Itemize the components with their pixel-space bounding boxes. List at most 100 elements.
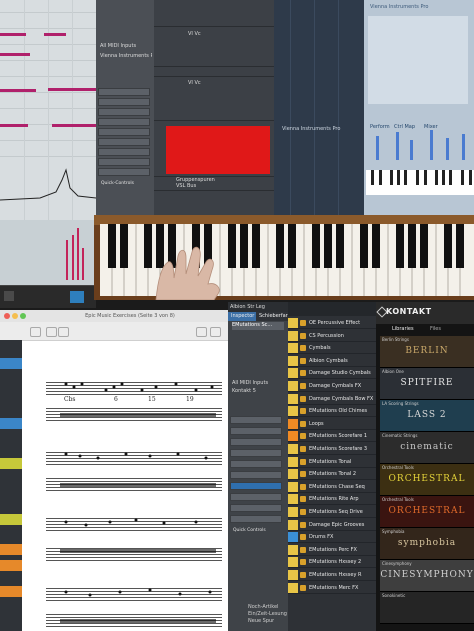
inspector-item[interactable]: MIDI-Insert-Effekte (98, 138, 150, 156)
track-row[interactable]: OE Percussive Effect (288, 318, 376, 329)
midi-note[interactable] (0, 89, 36, 92)
track-color-swatch[interactable] (288, 431, 298, 442)
track-name[interactable]: VI Vc (188, 31, 201, 38)
footer-item[interactable]: Neue Spur (248, 618, 274, 625)
track-name[interactable]: Cymbals (309, 344, 373, 352)
track-row[interactable]: EMutations Tonal 2 (288, 469, 376, 481)
track-name[interactable]: CS Percussion (309, 332, 373, 340)
track-color-swatch[interactable] (288, 582, 298, 593)
zoom-in-icon[interactable] (58, 327, 69, 337)
midi-note[interactable] (0, 53, 30, 56)
track-row[interactable]: Loops (288, 418, 376, 430)
inspector-item[interactable]: Note-Expression (230, 449, 282, 467)
inspector-item[interactable]: Expression Map (230, 438, 282, 456)
track-name[interactable]: EMutations Seq Drive (309, 508, 373, 516)
track-color-swatch[interactable] (288, 570, 298, 580)
track-color-swatch[interactable] (288, 368, 298, 379)
track-color-swatch[interactable] (288, 393, 298, 404)
track-row[interactable]: EMutations Hxssey 2 (288, 557, 376, 569)
track-row[interactable]: EMutations Hxssey R (288, 570, 376, 581)
track-color-swatch[interactable] (288, 330, 298, 341)
track-color-swatch[interactable] (288, 418, 298, 429)
track-row[interactable]: EMutations Tonal (288, 456, 376, 468)
track-row[interactable]: Albion Cymbals (288, 355, 376, 367)
track-color-swatch[interactable] (288, 481, 298, 492)
library-banner[interactable]: Cinesymphony CINESYMPHONY (380, 560, 474, 592)
track-name[interactable]: EMutations Tonal (309, 458, 373, 466)
share-icon[interactable] (196, 327, 207, 337)
track-color-swatch[interactable] (288, 444, 298, 454)
track-color-swatch[interactable] (288, 544, 298, 555)
inspector-item[interactable]: Notizen (230, 504, 282, 522)
track-row[interactable]: EMutations Rite Arp (288, 494, 376, 506)
track-color-swatch[interactable] (288, 406, 298, 417)
track-name[interactable]: EMutations Scorefare 1 (309, 432, 373, 440)
track-color-swatch[interactable] (288, 318, 298, 328)
midi-inputs[interactable]: All MIDI Inputs (100, 43, 136, 50)
record-button[interactable] (4, 291, 14, 301)
inspector-item[interactable]: MIDI-Modifier (230, 460, 282, 478)
track-color-swatch[interactable] (288, 519, 298, 530)
fx-slot[interactable]: EMutations Sco... (230, 482, 282, 500)
track-name[interactable]: EMutations Scorefare 3 (309, 445, 373, 453)
key-editor[interactable] (0, 0, 96, 295)
track-color-swatch[interactable] (288, 456, 298, 467)
track-row[interactable]: EMutations Perc FX (288, 544, 376, 556)
midi-note[interactable] (0, 33, 26, 36)
track-name[interactable]: Drums FX (309, 533, 373, 541)
midi-note[interactable] (48, 88, 96, 91)
track-name[interactable]: Loops (309, 420, 373, 428)
midi-note[interactable] (0, 124, 28, 127)
vsti-keyboard[interactable] (366, 170, 474, 195)
track-color-swatch[interactable] (288, 381, 298, 391)
library-banner[interactable]: Sonokinetic (380, 592, 474, 624)
midi-part-selected[interactable] (166, 126, 270, 174)
track-row[interactable]: Damage Cymbals FX (288, 381, 376, 392)
library-banner[interactable]: Albion One SPITFIRE (380, 368, 474, 400)
library-banner[interactable]: Symphobia symphobia (380, 528, 474, 560)
track-name[interactable]: Damage Cymbals Bow FX (309, 395, 373, 403)
track-name[interactable]: OE Percussive Effect (309, 319, 373, 327)
library-banner[interactable]: Orchestral Tools ORCHESTRAL (380, 464, 474, 496)
tab-inspector[interactable]: Inspector (228, 312, 258, 321)
track-row[interactable]: Cymbals (288, 343, 376, 355)
track-name[interactable]: Damage Cymbals FX (309, 382, 373, 390)
track-row[interactable]: Damage Epic Grooves (288, 519, 376, 531)
track-row[interactable]: EMutations Merc FX (288, 582, 376, 594)
track-name[interactable]: Albion Cymbals (309, 357, 373, 365)
inspector-item[interactable]: Akkorde (230, 427, 282, 445)
track-name[interactable]: Damage Studio Cymbals (309, 369, 373, 377)
footer-item[interactable]: Ein/Zeit-Lesung (248, 611, 287, 618)
track-color-swatch[interactable] (288, 507, 298, 517)
inspector-item[interactable]: MIDI-Modifier (98, 118, 150, 136)
footer-item[interactable]: Noch-Artikel (248, 604, 278, 611)
track-name[interactable]: EMutations Perc FX (309, 546, 373, 554)
track-row[interactable]: EMutations Scorefare 3 (288, 444, 376, 455)
vsti-tab[interactable]: Ctrl Map (394, 124, 415, 131)
sidebar-icon[interactable] (30, 327, 41, 337)
track-name[interactable]: Damage Epic Grooves (309, 521, 373, 529)
track-name[interactable]: VI Vc (188, 80, 201, 87)
top-arrange-window[interactable]: Vienna Instruments Pro (274, 0, 370, 215)
track-row[interactable]: Drums FX (288, 532, 376, 544)
library-banner[interactable]: LA Scoring Strings LASS 2 (380, 400, 474, 432)
track-color-swatch[interactable] (288, 343, 298, 354)
track-name[interactable]: EMutations Old Chimes (309, 407, 373, 415)
track-color-swatch[interactable] (288, 494, 298, 505)
vi-label[interactable]: Vienna Instruments Pro (100, 53, 152, 60)
inspector-item[interactable]: Quick Controls (230, 515, 282, 533)
track-row[interactable]: EMutations Scorefare 1 (288, 431, 376, 443)
library-banner[interactable]: Orchestral Tools ORCHESTRAL (380, 496, 474, 528)
inspector-item[interactable]: Trackversionen (98, 88, 150, 106)
inspector-item[interactable]: Notizen (98, 158, 150, 176)
inspector-item[interactable]: Trackversion (230, 416, 282, 434)
track-row[interactable]: EMutations Seq Drive (288, 507, 376, 518)
inspector-item[interactable]: Spuren-Kanäle (230, 493, 282, 511)
search-icon[interactable] (210, 327, 221, 337)
minimize-button[interactable] (12, 313, 18, 319)
midi-input-select[interactable]: All MIDI Inputs (232, 380, 284, 387)
inspector-item[interactable]: Quick-Controls (98, 168, 150, 186)
midi-note[interactable] (52, 124, 96, 127)
track-name[interactable]: EMutations Rite Arp (309, 495, 373, 503)
track-name[interactable]: EMutations Chase Seq (309, 483, 373, 491)
